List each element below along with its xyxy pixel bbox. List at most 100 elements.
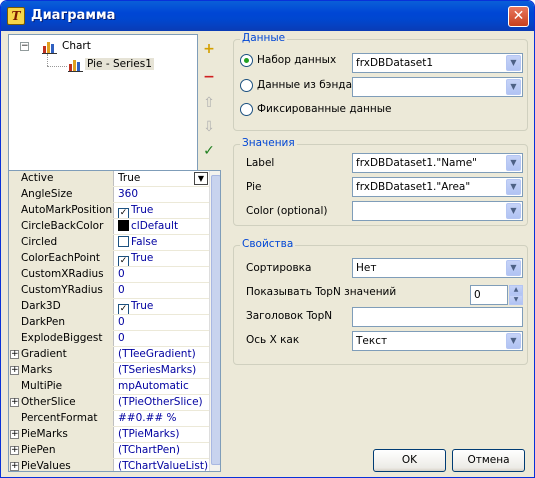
checkbox[interactable]: ✓ [118,208,129,218]
expand-icon[interactable]: + [10,462,19,471]
property-row[interactable]: PercentFormat ##0.## % [9,411,209,427]
cancel-button[interactable]: Отмена [452,449,525,472]
property-value-text: 0 [118,284,125,296]
sort-combo[interactable]: Нет ▼ [352,258,523,278]
expand-icon[interactable]: + [10,350,19,359]
close-button[interactable]: ✕ [508,6,529,27]
add-series-icon[interactable]: + [199,39,219,59]
property-name-text: AutoMarkPosition [21,204,113,216]
property-row[interactable]: Circled False [9,235,209,251]
radio-dataset[interactable] [240,54,253,67]
xaxis-caption: Ось X как [246,334,300,346]
property-value[interactable]: ##0.## % [118,411,209,426]
property-value[interactable]: ✓ True [118,299,209,314]
spin-up-icon[interactable]: ▲ [509,285,523,295]
color-field-combo[interactable]: ▼ [352,201,523,221]
property-value[interactable]: (TChartPen) [118,443,209,458]
property-value[interactable]: (TPieMarks) [118,427,209,442]
property-grid-scrollbar[interactable] [209,171,220,471]
property-value[interactable]: clDefault [118,219,209,234]
property-row[interactable]: AutoMarkPosition ✓ True [9,203,209,219]
title-bar[interactable]: T Диаграмма ✕ [1,1,534,31]
label-field-combo[interactable]: frxDBDataset1."Name" ▼ [352,153,523,173]
chevron-down-icon[interactable]: ▼ [194,172,208,185]
property-row[interactable]: + PieMarks (TPieMarks) [9,427,209,443]
topn-spinner[interactable]: ▲ ▼ [509,285,523,305]
ok-button[interactable]: OK [373,449,446,472]
property-value[interactable]: 0 [118,331,209,346]
property-value[interactable]: ✓ True [118,251,209,266]
checkbox[interactable]: ✓ [118,256,129,266]
checkbox[interactable] [118,236,129,247]
properties-group-legend: Свойства [240,238,296,250]
radio-dataset-label: Набор данных [257,54,337,66]
property-name: Active [9,171,114,186]
property-value[interactable]: 0 [118,283,209,298]
property-row[interactable]: Active True ▼ [9,171,209,187]
tree-item-pie-series[interactable]: Pie - Series1 [85,58,154,70]
chevron-down-icon[interactable]: ▼ [506,333,521,349]
property-value[interactable]: 360 [118,187,209,202]
property-row[interactable]: + OtherSlice (TPieOtherSlice) [9,395,209,411]
property-row[interactable]: + PiePen (TChartPen) [9,443,209,459]
chevron-down-icon[interactable]: ▼ [506,179,521,195]
expand-icon[interactable]: + [10,366,19,375]
scrollbar-thumb[interactable] [211,175,220,465]
property-value[interactable]: False [118,235,209,250]
property-row[interactable]: AngleSize 360 [9,187,209,203]
property-value[interactable]: mpAutomatic [118,379,209,394]
property-value-text: True [131,252,154,264]
property-row[interactable]: CustomYRadius 0 [9,283,209,299]
chevron-down-icon[interactable]: ▼ [506,203,521,219]
chevron-down-icon[interactable]: ▼ [506,79,521,95]
property-name: PercentFormat [9,411,114,426]
expand-icon[interactable]: + [10,446,19,455]
topn-title-input[interactable] [352,307,523,327]
dataset-combo[interactable]: frxDBDataset1 ▼ [352,53,523,73]
property-value-text: 0 [118,268,125,280]
move-up-icon[interactable]: ⇧ [199,93,219,113]
xaxis-combo-value: Текст [356,335,388,347]
property-value[interactable]: (TChartValueList) [118,459,209,472]
band-combo[interactable]: ▼ [352,77,523,97]
delete-series-icon[interactable]: − [199,67,219,87]
property-value[interactable]: ✓ True [118,203,209,218]
expand-icon[interactable]: + [10,430,19,439]
property-row[interactable]: Dark3D ✓ True [9,299,209,315]
property-value[interactable]: (TPieOtherSlice) [118,395,209,410]
property-row[interactable]: ExplodeBiggest 0 [9,331,209,347]
dialog-content: − Chart Pie - Series1 + − ⇧ ⇩ ✓ Active Tr… [4,31,531,475]
property-row[interactable]: + Gradient (TTeeGradient) [9,347,209,363]
chevron-down-icon[interactable]: ▼ [506,155,521,171]
property-row[interactable]: + Marks (TSeriesMarks) [9,363,209,379]
property-row[interactable]: + PieValues (TChartValueList) [9,459,209,472]
xaxis-combo[interactable]: Текст ▼ [352,331,523,351]
property-value[interactable]: (TTeeGradient) [118,347,209,362]
property-name: + PieMarks [9,427,114,442]
radio-fixed[interactable] [240,103,253,116]
move-down-icon[interactable]: ⇩ [199,117,219,137]
edit-series-icon[interactable]: ✓ [199,141,219,161]
radio-band[interactable] [240,79,253,92]
property-row[interactable]: DarkPen 0 [9,315,209,331]
checkbox[interactable]: ✓ [118,304,129,314]
property-value-text: (TChartValueList) [118,460,209,472]
pie-field-combo[interactable]: frxDBDataset1."Area" ▼ [352,177,523,197]
property-row[interactable]: MultiPie mpAutomatic [9,379,209,395]
property-row[interactable]: ColorEachPoint ✓ True [9,251,209,267]
window-title: Диаграмма [31,8,116,23]
spin-down-icon[interactable]: ▼ [509,295,523,305]
property-grid[interactable]: Active True ▼ AngleSize 360 AutoMarkPosition ✓… [8,170,221,472]
chart-icon [42,42,57,54]
tree-item-chart[interactable]: Chart [62,40,91,52]
property-value[interactable]: (TSeriesMarks) [118,363,209,378]
tree-collapse-icon[interactable]: − [20,42,29,51]
chevron-down-icon[interactable]: ▼ [506,260,521,276]
property-value[interactable]: 0 [118,267,209,282]
topn-input[interactable]: 0 [470,285,508,305]
property-row[interactable]: CustomXRadius 0 [9,267,209,283]
chevron-down-icon[interactable]: ▼ [506,55,521,71]
expand-icon[interactable]: + [10,398,19,407]
property-value[interactable]: 0 [118,315,209,330]
property-row[interactable]: CircleBackColor clDefault [9,219,209,235]
